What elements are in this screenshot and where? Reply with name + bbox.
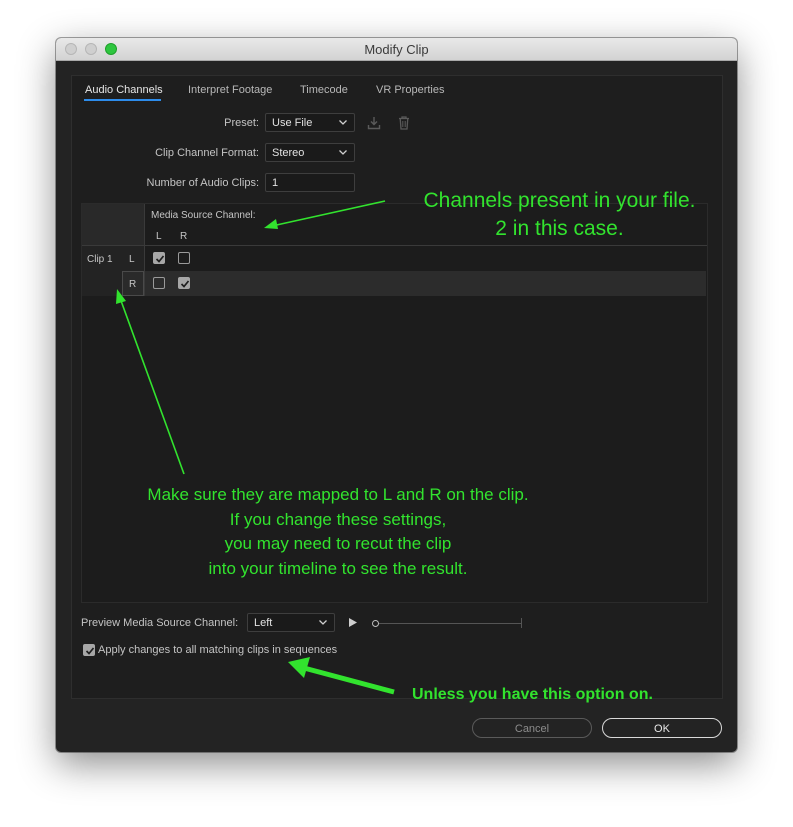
grid-vertical-divider xyxy=(144,204,145,296)
annotation-channels-line1: Channels present in your file. xyxy=(423,189,696,212)
channel-format-label: Clip Channel Format: xyxy=(155,147,259,159)
modify-clip-dialog: Modify Clip Audio Channels Interpret Foo… xyxy=(56,38,737,752)
row-clip-channel-r xyxy=(145,271,706,296)
check-icon xyxy=(85,647,95,655)
tab-interpret-footage[interactable]: Interpret Footage xyxy=(188,84,272,96)
annotation-option-note: Unless you have this option on. xyxy=(412,686,653,703)
cancel-button[interactable]: Cancel xyxy=(472,718,592,738)
annotation-channels-line2: 2 in this case. xyxy=(495,217,624,240)
check-icon xyxy=(180,280,190,288)
preview-scrub-handle[interactable] xyxy=(372,620,379,627)
tab-vr-properties[interactable]: VR Properties xyxy=(376,84,444,96)
tab-audio-channels[interactable]: Audio Channels xyxy=(85,84,163,96)
ok-button[interactable]: OK xyxy=(602,718,722,738)
annotation-mapping-line1: Make sure they are mapped to L and R on … xyxy=(147,485,529,504)
checkbox-l-to-l[interactable] xyxy=(153,252,165,264)
preview-channel-label: Preview Media Source Channel: xyxy=(81,617,239,629)
source-channel-r-header: R xyxy=(180,231,188,242)
annotation-mapping-line3: you may need to recut the clip xyxy=(224,534,452,553)
tab-timecode[interactable]: Timecode xyxy=(300,84,348,96)
chevron-down-icon xyxy=(339,120,347,125)
save-preset-icon[interactable] xyxy=(366,115,382,131)
channel-format-dropdown[interactable]: Stereo xyxy=(265,143,355,162)
preview-scrub-track[interactable] xyxy=(375,623,521,624)
preview-scrub-end xyxy=(521,618,522,628)
preset-dropdown[interactable]: Use File xyxy=(265,113,355,132)
preview-channel-value: Left xyxy=(254,617,273,629)
check-icon xyxy=(155,255,165,263)
annotation-mapping: Make sure they are mapped to L and R on … xyxy=(98,483,578,581)
checkbox-r-to-r[interactable] xyxy=(178,277,190,289)
media-source-channel-header: Media Source Channel: xyxy=(151,210,256,221)
clip-1-label: Clip 1 xyxy=(87,254,113,265)
checkbox-l-to-r[interactable] xyxy=(153,277,165,289)
chevron-down-icon xyxy=(319,620,327,625)
num-audio-clips-label: Number of Audio Clips: xyxy=(146,177,260,189)
apply-to-matching-checkbox[interactable] xyxy=(83,644,95,656)
preview-channel-dropdown[interactable]: Left xyxy=(247,613,335,632)
apply-to-matching-label[interactable]: Apply changes to all matching clips in s… xyxy=(98,644,337,656)
grid-corner xyxy=(82,204,145,246)
chevron-down-icon xyxy=(339,150,347,155)
checkbox-r-to-l[interactable] xyxy=(178,252,190,264)
preset-value: Use File xyxy=(272,117,313,129)
annotation-mapping-line2: If you change these settings, xyxy=(229,509,447,529)
title-bar[interactable]: Modify Clip xyxy=(56,38,737,61)
annotation-channels-present: Channels present in your file. 2 in this… xyxy=(397,187,722,243)
active-tab-indicator xyxy=(84,99,161,101)
window-title: Modify Clip xyxy=(364,42,429,57)
header-divider xyxy=(82,245,707,246)
preset-label: Preset: xyxy=(224,117,259,129)
play-icon[interactable] xyxy=(348,617,358,628)
source-channel-l-header: L xyxy=(156,231,162,242)
num-audio-clips-input[interactable]: 1 xyxy=(265,173,355,192)
annotation-mapping-line4: into your timeline to see the result. xyxy=(208,558,468,578)
clip-channel-r-label: R xyxy=(129,279,137,290)
channel-format-value: Stereo xyxy=(272,147,305,159)
clip-channel-l-label: L xyxy=(129,254,135,265)
delete-preset-icon[interactable] xyxy=(396,115,412,131)
